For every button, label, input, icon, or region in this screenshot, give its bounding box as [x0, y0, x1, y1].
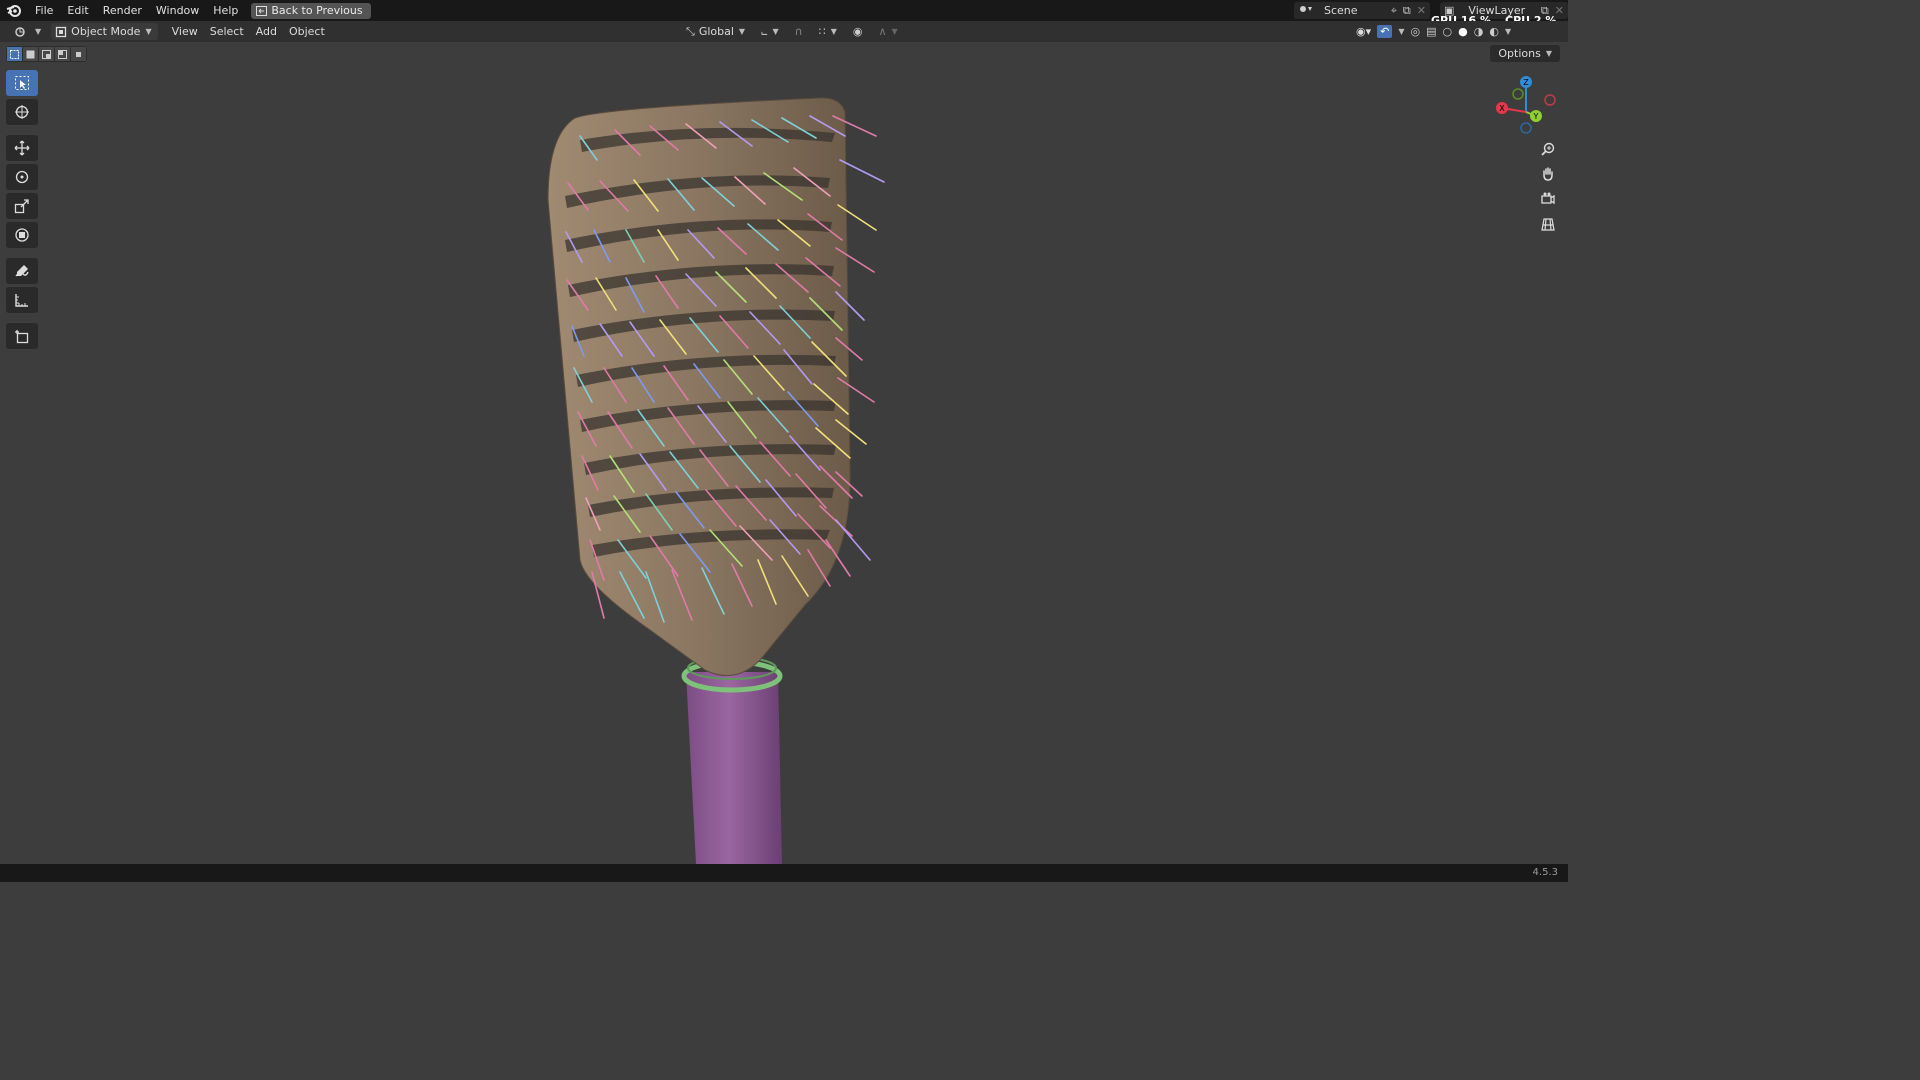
- transform-tools: ⤡ Global ▼ ⨽ ▼ ∩ ∷ ▼ ◉ ∧ ▼: [684, 23, 904, 40]
- magnet-icon: ∩: [794, 25, 803, 38]
- object-mode-dropdown[interactable]: Object Mode ▼: [51, 23, 158, 41]
- pan-hand-icon[interactable]: [1536, 163, 1560, 185]
- gizmo-y-label: Y: [1533, 112, 1539, 121]
- snap-toggle[interactable]: ∩: [789, 23, 809, 40]
- back-to-previous-button[interactable]: Back to Previous: [251, 2, 371, 19]
- version-label: 4.5.3: [1532, 867, 1558, 878]
- proportional-edit-toggle[interactable]: ◉: [847, 23, 869, 40]
- pivot-icon: ⨽: [761, 24, 768, 38]
- menu-select[interactable]: Select: [204, 23, 250, 40]
- select-subtract-icon[interactable]: [39, 47, 54, 61]
- select-invert-icon[interactable]: [55, 47, 70, 61]
- hairbrush-model[interactable]: [0, 42, 1568, 864]
- shading-dropdown-icon[interactable]: ▼: [1505, 27, 1511, 36]
- measure-icon[interactable]: [6, 287, 38, 313]
- scale-icon[interactable]: [6, 193, 38, 219]
- tool-shelf: [6, 70, 38, 349]
- 3d-viewport[interactable]: Options ▼ Z Y X: [0, 42, 1568, 864]
- back-to-previous-label: Back to Previous: [271, 4, 363, 17]
- gizmo-x-label: X: [1499, 104, 1505, 113]
- back-icon: [256, 5, 268, 19]
- menu-render[interactable]: Render: [96, 0, 149, 21]
- menu-object[interactable]: Object: [283, 23, 331, 40]
- menu-view[interactable]: View: [166, 23, 204, 40]
- orientation-icon: ⤡: [686, 24, 695, 38]
- camera-view-icon[interactable]: [1536, 188, 1560, 210]
- status-bar: 4.5.3: [0, 864, 1568, 882]
- rendered-shading-icon[interactable]: ◐: [1489, 25, 1499, 38]
- editor-type-icon: [15, 26, 25, 37]
- menu-window[interactable]: Window: [149, 0, 206, 21]
- new-scene-icon[interactable]: ⧉: [1403, 4, 1411, 18]
- transform-orientation-dropdown[interactable]: ⤡ Global ▼: [684, 23, 751, 40]
- menu-add[interactable]: Add: [250, 23, 283, 40]
- xray-icon[interactable]: ▤: [1426, 25, 1436, 38]
- close-scene-icon[interactable]: ✕: [1417, 4, 1426, 17]
- select-intersect-icon[interactable]: [71, 47, 86, 61]
- gizmo-dropdown-icon[interactable]: ▼: [1398, 27, 1404, 36]
- falloff-dropdown[interactable]: ∧ ▼: [872, 23, 903, 40]
- solid-shading-icon[interactable]: ●: [1458, 25, 1468, 38]
- chevron-down-icon: ▼: [35, 27, 42, 36]
- brush-handle: [686, 672, 782, 864]
- object-mode-label: Object Mode: [71, 25, 141, 38]
- chevron-down-icon: ▼: [145, 27, 152, 36]
- editor-type-button[interactable]: ▼: [8, 23, 47, 40]
- add-cube-icon[interactable]: [6, 323, 38, 349]
- scene-name[interactable]: Scene: [1324, 4, 1391, 17]
- visibility-icon[interactable]: ◉▾: [1356, 25, 1371, 38]
- perspective-toggle-icon[interactable]: [1536, 213, 1560, 235]
- chevron-down-icon: ▼: [738, 27, 746, 36]
- select-box-icon[interactable]: [6, 70, 38, 96]
- menu-edit[interactable]: Edit: [60, 0, 95, 21]
- scene-icon[interactable]: [1298, 3, 1316, 18]
- navigation-gizmo[interactable]: Z Y X: [1492, 72, 1564, 138]
- chevron-down-icon: ▼: [1545, 49, 1552, 58]
- selection-mode-group: [6, 46, 87, 62]
- cursor-icon[interactable]: [6, 99, 38, 125]
- snap-grid-icon: ∷: [818, 25, 826, 38]
- pivot-point-dropdown[interactable]: ⨽ ▼: [755, 23, 785, 40]
- material-shading-icon[interactable]: ◑: [1474, 25, 1484, 38]
- transform-icon[interactable]: [6, 222, 38, 248]
- options-dropdown[interactable]: Options ▼: [1490, 45, 1560, 62]
- select-extend-icon[interactable]: [23, 47, 38, 61]
- object-mode-icon: [55, 26, 67, 41]
- chevron-down-icon: ▼: [891, 27, 898, 36]
- menu-file[interactable]: File: [28, 0, 60, 21]
- rotate-icon[interactable]: [6, 164, 38, 190]
- annotate-icon[interactable]: [6, 258, 38, 284]
- move-icon[interactable]: [6, 135, 38, 161]
- viewport-display-tools: ◉▾ ↶ ▼ ◎ ▤ ○ ● ◑ ◐ ▼: [1356, 23, 1511, 40]
- blender-logo-icon[interactable]: [0, 0, 28, 21]
- falloff-icon: ∧: [878, 25, 887, 38]
- chevron-down-icon: ▼: [830, 27, 837, 36]
- scene-selector[interactable]: Scene ⌖ ⧉ ✕: [1294, 2, 1430, 19]
- options-label: Options: [1498, 47, 1541, 60]
- menu-help[interactable]: Help: [206, 0, 245, 21]
- navigation-buttons: [1536, 138, 1560, 235]
- pin-icon[interactable]: ⌖: [1391, 4, 1397, 18]
- overlay-icon[interactable]: ◎: [1411, 25, 1421, 38]
- transform-orientation-label: Global: [698, 25, 734, 38]
- chevron-down-icon: ▼: [772, 27, 779, 36]
- snap-target-dropdown[interactable]: ∷ ▼: [813, 23, 843, 40]
- gizmo-z-label: Z: [1523, 78, 1529, 87]
- wireframe-shading-icon[interactable]: ○: [1443, 25, 1453, 38]
- top-menu-bar: File Edit Render Window Help Back to Pre…: [0, 0, 1568, 27]
- zoom-icon[interactable]: [1536, 138, 1560, 160]
- proportional-edit-icon: ◉: [852, 25, 863, 38]
- select-new-icon[interactable]: [7, 47, 22, 61]
- gizmo-toggle-icon[interactable]: ↶: [1377, 25, 1393, 38]
